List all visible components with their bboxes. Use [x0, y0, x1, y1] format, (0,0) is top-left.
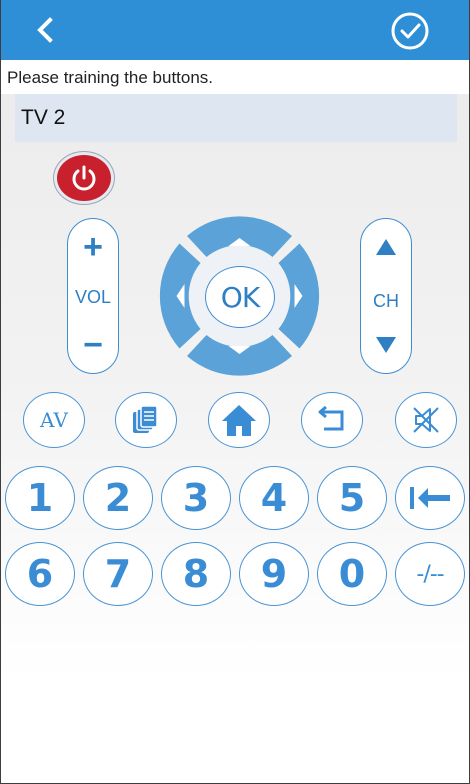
- back-to-start-button[interactable]: [395, 466, 465, 530]
- dash-label: -/--: [416, 561, 444, 587]
- volume-rocker: + VOL −: [67, 218, 119, 374]
- digit-label: 0: [338, 552, 366, 596]
- channel-up-button[interactable]: [361, 225, 411, 269]
- digit-0-button[interactable]: 0: [317, 542, 387, 606]
- mute-icon: [413, 407, 439, 433]
- instruction-text: Please training the buttons.: [7, 68, 214, 87]
- digit-label: 6: [26, 552, 54, 596]
- digit-label: 1: [26, 476, 54, 520]
- chevron-left-icon: [37, 17, 53, 43]
- copy-pages-icon: [133, 405, 158, 433]
- direction-pad: OK: [154, 212, 325, 380]
- return-button[interactable]: [301, 392, 363, 448]
- confirm-button[interactable]: [387, 8, 433, 54]
- check-circle-icon: [391, 12, 429, 50]
- channel-label: CH: [373, 291, 399, 311]
- digit-label: 2: [104, 476, 132, 520]
- digit-4-button[interactable]: 4: [239, 466, 309, 530]
- volume-up-label: +: [83, 228, 103, 266]
- device-name-bar: TV 2: [15, 94, 457, 142]
- app-frame: Please training the buttons. TV 2 + VOL …: [0, 0, 470, 784]
- dash-button[interactable]: -/--: [395, 542, 465, 606]
- power-button[interactable]: [54, 152, 114, 204]
- ok-button[interactable]: OK: [205, 266, 275, 328]
- digit-9-button[interactable]: 9: [239, 542, 309, 606]
- av-label: AV: [40, 408, 68, 432]
- back-to-start-icon: [410, 487, 450, 509]
- volume-down-label: −: [83, 326, 103, 364]
- digit-3-button[interactable]: 3: [161, 466, 231, 530]
- digit-label: 5: [338, 476, 366, 520]
- triangle-down-icon: [376, 337, 396, 353]
- av-button[interactable]: AV: [23, 392, 85, 448]
- volume-up-button[interactable]: +: [68, 225, 118, 269]
- menu-button[interactable]: [115, 392, 177, 448]
- digit-6-button[interactable]: 6: [5, 542, 75, 606]
- digit-label: 8: [182, 552, 210, 596]
- digit-5-button[interactable]: 5: [317, 466, 387, 530]
- channel-rocker: CH: [360, 218, 412, 374]
- channel-down-button[interactable]: [361, 323, 411, 367]
- digit-label: 4: [260, 476, 288, 520]
- triangle-up-icon: [376, 239, 396, 255]
- digit-label: 9: [260, 552, 288, 596]
- digit-label: 3: [182, 476, 210, 520]
- digit-1-button[interactable]: 1: [5, 466, 75, 530]
- power-icon: [72, 165, 96, 191]
- volume-label: VOL: [74, 287, 112, 307]
- back-button[interactable]: [23, 10, 67, 50]
- digit-7-button[interactable]: 7: [83, 542, 153, 606]
- ok-label: OK: [220, 280, 260, 314]
- digit-label: 7: [104, 552, 132, 596]
- home-icon: [222, 405, 256, 436]
- return-icon: [318, 406, 344, 431]
- volume-down-button[interactable]: −: [68, 323, 118, 367]
- digit-8-button[interactable]: 8: [161, 542, 231, 606]
- digit-2-button[interactable]: 2: [83, 466, 153, 530]
- top-app-bar: [1, 0, 469, 60]
- mute-button[interactable]: [395, 392, 457, 448]
- home-button[interactable]: [208, 392, 270, 448]
